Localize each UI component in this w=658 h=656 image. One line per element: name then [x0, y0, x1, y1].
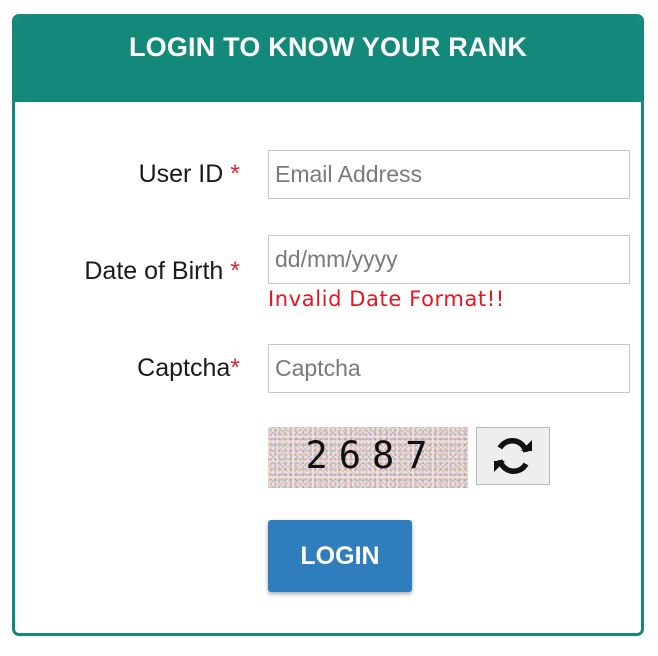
dob-label: Date of Birth *	[35, 257, 240, 286]
login-card: LOGIN TO KNOW YOUR RANK User ID * Date o…	[12, 14, 644, 636]
user-id-label: User ID *	[115, 160, 240, 189]
captcha-label-text: Captcha	[137, 354, 231, 382]
captcha-code: 2687	[305, 434, 439, 477]
user-id-input[interactable]	[268, 150, 630, 199]
dob-error-message: Invalid Date Format!!	[268, 287, 505, 311]
card-header: LOGIN TO KNOW YOUR RANK	[15, 17, 641, 102]
captcha-required-mark: *	[230, 354, 240, 382]
user-id-label-text: User ID	[138, 160, 224, 188]
dob-label-text: Date of Birth	[84, 257, 224, 285]
login-button[interactable]: LOGIN	[268, 520, 412, 592]
dob-required-mark: *	[230, 257, 240, 285]
captcha-input[interactable]	[268, 344, 630, 393]
user-id-required-mark: *	[230, 160, 240, 188]
refresh-icon	[494, 438, 532, 474]
dob-input[interactable]	[268, 235, 630, 284]
card-title: LOGIN TO KNOW YOUR RANK	[128, 32, 528, 62]
refresh-captcha-button[interactable]	[476, 427, 550, 485]
captcha-image: 2687	[268, 427, 468, 488]
captcha-label: Captcha*	[95, 354, 240, 383]
